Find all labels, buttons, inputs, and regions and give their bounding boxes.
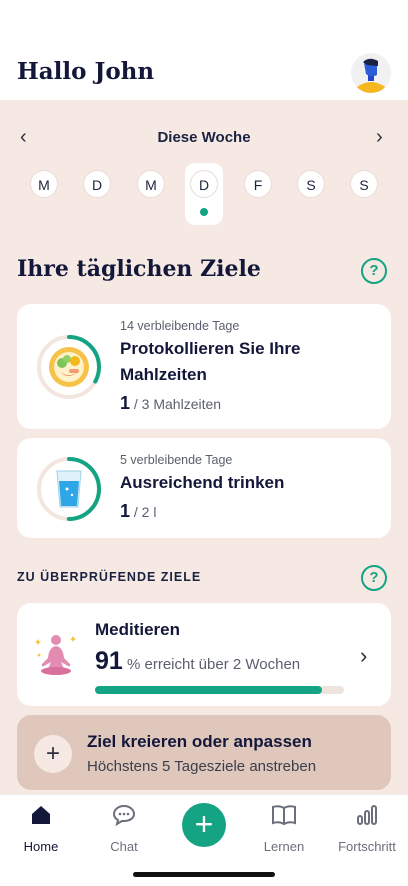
water-glass-icon bbox=[56, 470, 82, 508]
home-icon bbox=[32, 806, 50, 824]
goal-current: 1 bbox=[120, 501, 131, 521]
review-goals-label: ZU ÜBERPRÜFENDE ZIELE bbox=[17, 570, 202, 584]
goal-current: 1 bbox=[120, 393, 131, 413]
meal-plate-icon bbox=[49, 347, 89, 387]
day-button[interactable]: D bbox=[83, 170, 111, 198]
chat-icon bbox=[112, 804, 136, 827]
goal-progress: 1 / 2 l bbox=[120, 501, 156, 522]
goal-title: Ausreichend trinken bbox=[120, 473, 285, 492]
chevron-right-icon[interactable]: › bbox=[376, 127, 383, 147]
avatar[interactable] bbox=[351, 53, 391, 93]
tab-progress[interactable]: Fortschritt bbox=[327, 803, 407, 854]
goal-target: / 2 l bbox=[130, 504, 157, 520]
week-title: Diese Woche bbox=[157, 129, 251, 146]
review-goal-result: 91 % erreicht über 2 Wochen bbox=[95, 647, 300, 676]
tab-learn[interactable]: Lernen bbox=[244, 803, 324, 854]
review-goal-value: 91 bbox=[95, 647, 123, 675]
goal-target: / 3 Mahlzeiten bbox=[130, 396, 222, 412]
tab-chat[interactable]: Chat bbox=[84, 803, 164, 854]
goal-card-meals[interactable]: 14 verbleibende Tage Protokollieren Sie … bbox=[17, 304, 391, 429]
day-button[interactable]: M bbox=[137, 170, 165, 198]
day-button[interactable]: F bbox=[244, 170, 272, 198]
review-progress-bar bbox=[95, 686, 344, 694]
help-icon[interactable]: ? bbox=[361, 565, 387, 591]
create-goal-card[interactable]: + Ziel kreieren oder anpassen Höchstens … bbox=[17, 715, 391, 790]
chart-icon bbox=[357, 805, 377, 825]
daily-goals-title: Ihre täglichen Ziele bbox=[17, 256, 261, 282]
tab-label: Lernen bbox=[263, 839, 305, 854]
day-button[interactable]: S bbox=[297, 170, 325, 198]
review-progress-fill bbox=[95, 686, 322, 694]
week-selector: ‹ Diese Woche › bbox=[0, 127, 408, 149]
app-header: Hallo John bbox=[0, 0, 408, 100]
tab-label: Chat bbox=[110, 839, 138, 854]
selected-day-dot bbox=[200, 208, 208, 216]
goal-card-water[interactable]: 5 verbleibende Tage Ausreichend trinken … bbox=[17, 438, 391, 538]
goal-title: Protokollieren Sie Ihre bbox=[120, 339, 301, 358]
review-goal-suffix: % erreicht über 2 Wochen bbox=[122, 656, 301, 673]
chevron-right-icon[interactable]: › bbox=[360, 643, 367, 669]
day-button[interactable]: S bbox=[350, 170, 378, 198]
book-icon bbox=[272, 805, 296, 826]
goal-title-line2: Mahlzeiten bbox=[120, 365, 207, 384]
meditation-icon bbox=[35, 635, 76, 675]
remaining-days: 14 verbleibende Tage bbox=[120, 319, 240, 333]
review-goal-title: Meditieren bbox=[95, 620, 181, 639]
create-goal-subtitle: Höchstens 5 Tagesziele anstreben bbox=[87, 758, 317, 775]
greeting-title: Hallo John bbox=[17, 58, 155, 85]
plus-icon: + bbox=[194, 806, 214, 842]
tab-home[interactable]: Home bbox=[1, 803, 81, 854]
create-goal-title: Ziel kreieren oder anpassen bbox=[87, 732, 312, 751]
add-button[interactable]: + bbox=[182, 803, 226, 847]
goal-progress: 1 / 3 Mahlzeiten bbox=[120, 393, 221, 414]
day-button-selected[interactable]: D bbox=[190, 170, 218, 198]
day-button[interactable]: M bbox=[30, 170, 58, 198]
help-icon[interactable]: ? bbox=[361, 258, 387, 284]
home-indicator bbox=[133, 872, 275, 877]
tab-label: Fortschritt bbox=[338, 839, 396, 854]
tab-label: Home bbox=[23, 839, 59, 854]
remaining-days: 5 verbleibende Tage bbox=[120, 453, 233, 467]
user-avatar-icon bbox=[357, 58, 385, 93]
add-icon: + bbox=[34, 735, 72, 773]
